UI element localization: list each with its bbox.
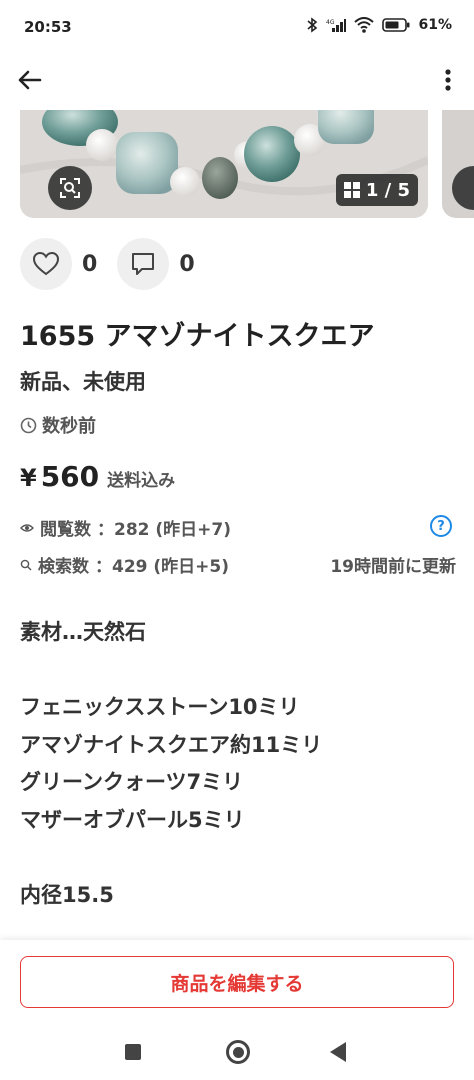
search-icon xyxy=(20,559,32,570)
home-icon[interactable] xyxy=(226,1040,250,1064)
comment-icon xyxy=(132,253,155,275)
reactions-row: 0 0 xyxy=(20,238,215,290)
like-group: 0 xyxy=(20,238,97,290)
description-line: グリーンクォーツ7ミリ xyxy=(20,770,244,794)
back-button[interactable] xyxy=(14,64,46,96)
item-description: 素材…天然石 フェニックスストーン10ミリ アマゾナイトスクエア約11ミリ グリ… xyxy=(20,614,460,914)
views-stat: 閲覧数 ：282 (昨日+7) xyxy=(20,515,231,540)
image-search-button[interactable] xyxy=(48,166,92,210)
eye-icon xyxy=(20,523,34,532)
product-photo[interactable]: 1 / 5 xyxy=(20,110,428,218)
signal-icon: 4G xyxy=(326,19,347,32)
image-carousel[interactable]: 1 / 5 xyxy=(0,110,474,220)
description-inner-diameter: 内径15.5 xyxy=(20,882,114,907)
status-bar: 20:53 4G 61% xyxy=(0,0,474,56)
comment-group: 0 xyxy=(117,238,195,290)
bluetooth-icon xyxy=(307,17,318,33)
comment-button[interactable] xyxy=(117,238,170,290)
wifi-icon xyxy=(354,17,375,33)
like-count: 0 xyxy=(82,251,98,277)
svg-text:4G: 4G xyxy=(326,19,335,26)
system-nav-bar xyxy=(0,1028,474,1076)
clock-icon xyxy=(20,417,37,433)
description-line: フェニックスストーン10ミリ xyxy=(20,695,300,719)
image-search-icon xyxy=(60,178,80,198)
help-icon[interactable]: ? xyxy=(430,515,452,537)
price-symbol: ¥ xyxy=(20,464,37,492)
more-options-button[interactable] xyxy=(436,64,460,96)
back-arrow-icon xyxy=(18,70,42,90)
edit-item-button[interactable]: 商品を編集する xyxy=(20,956,454,1008)
more-vertical-icon xyxy=(445,69,451,91)
item-condition: 新品、未使用 xyxy=(20,370,146,394)
heart-icon xyxy=(32,251,60,276)
description-line: アマゾナイトスクエア約11ミリ xyxy=(20,732,323,757)
top-bar xyxy=(0,56,474,108)
nav-back-icon[interactable] xyxy=(330,1042,346,1062)
posted-text: 数秒前 xyxy=(42,416,96,437)
price-value: 560 xyxy=(40,460,100,493)
search-value: ：429 (昨日+5) xyxy=(95,557,230,577)
description-material: 素材…天然石 xyxy=(20,620,146,644)
image-counter: 1 / 5 xyxy=(335,174,418,206)
image-counter-text: 1 / 5 xyxy=(365,179,410,201)
battery-icon xyxy=(382,18,410,32)
views-label: 閲覧数 xyxy=(40,520,91,540)
search-stat: 検索数 ：429 (昨日+5) xyxy=(20,552,229,577)
description-line: マザーオブパール5ミリ xyxy=(20,807,245,832)
item-title: 1655 アマゾナイトスクエア xyxy=(20,321,375,352)
views-value: ：282 (昨日+7) xyxy=(97,520,232,540)
price-row: ¥ 560 送料込み xyxy=(20,460,175,493)
grid-icon xyxy=(343,182,360,198)
posted-time: 数秒前 xyxy=(20,412,96,438)
comment-count: 0 xyxy=(179,251,195,277)
battery-percent: 61% xyxy=(418,17,452,33)
next-product-photo[interactable] xyxy=(442,110,474,218)
home-dot xyxy=(232,1046,244,1058)
next-image-search-button[interactable] xyxy=(452,166,474,210)
bottom-action-panel: 商品を編集する xyxy=(0,940,474,1080)
status-time: 20:53 xyxy=(24,18,72,36)
updated-text: 19時間前に更新 xyxy=(330,557,456,577)
recent-apps-icon[interactable] xyxy=(125,1044,141,1060)
search-label: 検索数 xyxy=(38,557,89,577)
status-icons: 4G 61% xyxy=(306,17,452,33)
shipping-note: 送料込み xyxy=(107,471,176,491)
like-button[interactable] xyxy=(20,238,72,290)
